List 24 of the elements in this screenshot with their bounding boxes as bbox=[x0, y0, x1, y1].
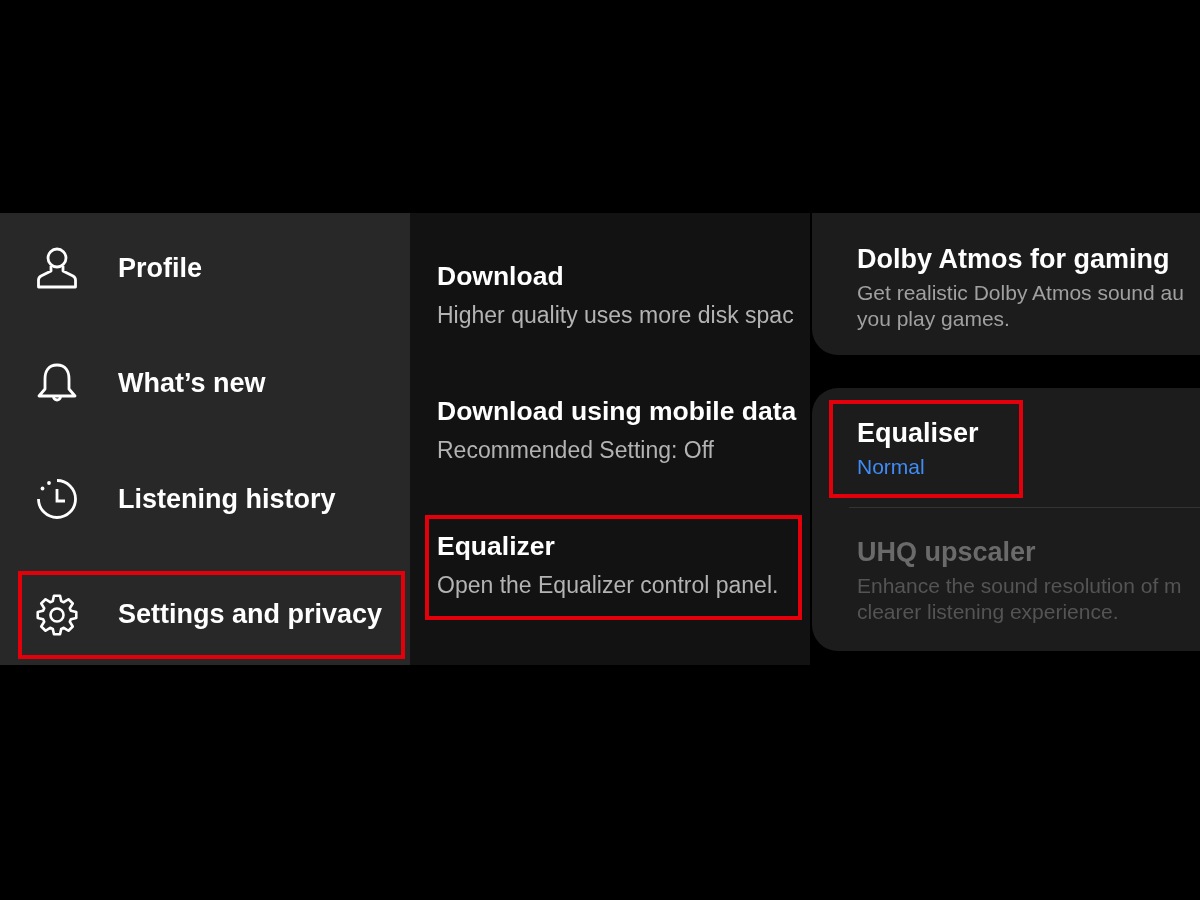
setting-title: Download bbox=[437, 261, 565, 291]
setting-description: Open the Equalizer control panel. bbox=[437, 571, 780, 600]
settings-item[interactable]: Equaliser Normal bbox=[829, 400, 1023, 498]
clock-icon bbox=[35, 477, 79, 521]
menu-item[interactable]: What’s new bbox=[18, 339, 405, 428]
setting-title: Equaliser bbox=[857, 417, 980, 449]
setting-title: Dolby Atmos for gaming bbox=[857, 243, 1171, 275]
setting-description: Get realistic Dolby Atmos sound au you play games. bbox=[857, 280, 1185, 332]
menu-item[interactable]: Profile bbox=[18, 224, 405, 312]
gear-icon bbox=[35, 592, 79, 637]
setting-title: Download using mobile data bbox=[437, 396, 798, 426]
menu-item[interactable]: Settings and privacy bbox=[18, 570, 405, 659]
settings-item[interactable]: Equalizer Open the Equalizer control panel. bbox=[425, 515, 802, 620]
setting-description: Recommended Setting: Off bbox=[437, 436, 715, 465]
settings-item[interactable]: Download using mobile data Recommended Setting: Off bbox=[425, 380, 810, 485]
setting-description: Enhance the sound resolution of m clearer listening experience. bbox=[857, 573, 1183, 625]
setting-title: Equalizer bbox=[437, 531, 556, 561]
settings-item[interactable]: Download Higher quality uses more disk spac bbox=[425, 245, 810, 350]
person-icon bbox=[35, 246, 79, 290]
setting-title: UHQ upscaler bbox=[857, 536, 1037, 568]
menu-item[interactable]: Listening history bbox=[18, 455, 405, 543]
settings-item[interactable]: Dolby Atmos for gaming Get realistic Dolby Atmos sound au you play games. bbox=[829, 226, 1200, 350]
setting-value: Normal bbox=[857, 454, 926, 480]
setting-description: Higher quality uses more disk spac bbox=[437, 301, 795, 330]
